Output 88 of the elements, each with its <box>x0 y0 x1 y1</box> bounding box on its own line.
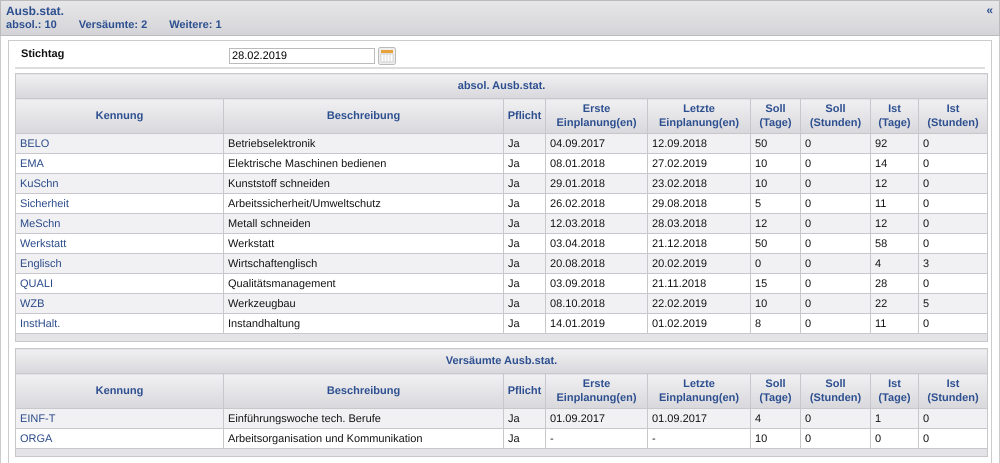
table-cell: Ja <box>504 134 546 154</box>
code-link[interactable]: Werkstatt <box>20 238 66 250</box>
code-link[interactable]: KuSchn <box>20 178 59 190</box>
table-cell: Ja <box>504 408 546 428</box>
field-label: Stichtag <box>20 48 66 60</box>
column-header: Kennung <box>16 98 224 134</box>
table-cell: 0 <box>800 408 870 428</box>
column-header: Beschreibung <box>224 374 504 408</box>
code-link[interactable]: QUALI <box>20 278 54 290</box>
table-cell: 0 <box>800 254 870 274</box>
table-cell: 4 <box>870 254 918 274</box>
code-link[interactable]: BELO <box>20 138 50 150</box>
table-cell: Metall schneiden <box>224 214 504 234</box>
calendar-icon[interactable] <box>378 47 396 65</box>
column-header: Kennung <box>16 374 224 408</box>
column-header: Ist (Tage) <box>870 374 918 408</box>
table-title: absol. Ausb.stat. <box>16 74 988 98</box>
table-cell: Werkzeugbau <box>224 294 504 314</box>
table-cell: 22 <box>870 294 918 314</box>
column-header: Ist (Tage) <box>870 98 918 134</box>
code-link[interactable]: MeSchn <box>20 218 60 230</box>
table-cell: 1 <box>870 408 918 428</box>
table-cell: 20.08.2018 <box>546 254 648 274</box>
column-header: Beschreibung <box>224 98 504 134</box>
table-cell: Ja <box>504 214 546 234</box>
table-cell: 12.03.2018 <box>546 214 648 234</box>
table-cell: 0 <box>800 174 870 194</box>
table-cell: Ja <box>504 294 546 314</box>
column-header: Letzte Einplanung(en) <box>648 98 750 134</box>
column-header: Erste Einplanung(en) <box>546 374 648 408</box>
table-cell: 01.09.2017 <box>546 408 648 428</box>
code-link[interactable]: Sicherheit <box>20 198 69 210</box>
code-link[interactable]: Englisch <box>20 258 62 270</box>
table-cell: Ja <box>504 174 546 194</box>
count-label: Versäumte: 2 <box>78 19 148 31</box>
column-header: Ist (Stunden) <box>918 98 988 134</box>
column-header: Pflicht <box>504 98 546 134</box>
table-cell: 04.09.2017 <box>546 134 648 154</box>
table-cell: 08.10.2018 <box>546 294 648 314</box>
table-title: Versäumte Ausb.stat. <box>16 348 988 374</box>
table-cell: 12.09.2018 <box>648 134 750 154</box>
code-link[interactable]: WZB <box>20 298 44 310</box>
table-cell: Einführungswoche tech. Berufe <box>224 408 504 428</box>
table-cell: 0 <box>918 174 988 194</box>
code-link[interactable]: EINF-T <box>20 412 56 424</box>
collapse-button[interactable]: « <box>986 3 993 17</box>
table-cell: 0 <box>750 254 800 274</box>
table-cell: 0 <box>918 214 988 234</box>
table-cell: 10 <box>750 294 800 314</box>
table-cell: 0 <box>918 408 988 428</box>
code-link[interactable]: ORGA <box>20 432 52 444</box>
table-cell: 4 <box>750 408 800 428</box>
table-cell: 10 <box>750 174 800 194</box>
table-cell: 22.02.2019 <box>648 294 750 314</box>
table-cell: 0 <box>800 214 870 234</box>
panel-title: Ausb.stat. <box>6 4 64 18</box>
code-link[interactable]: InstHalt. <box>20 318 60 330</box>
table-cell: 3 <box>918 254 988 274</box>
table-cell: 92 <box>870 134 918 154</box>
table-cell: Ja <box>504 254 546 274</box>
table-cell: 28.03.2018 <box>648 214 750 234</box>
count-label: absol.: 10 <box>6 19 57 31</box>
column-header: Erste Einplanung(en) <box>546 98 648 134</box>
column-header: Soll (Stunden) <box>800 374 870 408</box>
column-header: Soll (Tage) <box>750 374 800 408</box>
code-link[interactable]: EMA <box>20 158 44 170</box>
column-header: Ist (Stunden) <box>918 374 988 408</box>
count-label: Weitere: 1 <box>169 19 222 31</box>
table-cell: 0 <box>918 134 988 154</box>
table-cell: 23.02.2018 <box>648 174 750 194</box>
table-cell: 12 <box>870 214 918 234</box>
table-cell: Betriebselektronik <box>224 134 504 154</box>
table-cell: 0 <box>800 134 870 154</box>
table-cell: 0 <box>800 294 870 314</box>
date-field[interactable]: 28.02.2019 <box>229 48 375 64</box>
table-cell: 5 <box>918 294 988 314</box>
column-header: Soll (Stunden) <box>800 98 870 134</box>
table-cell: 20.02.2019 <box>648 254 750 274</box>
table-cell: 12 <box>870 174 918 194</box>
column-header: Soll (Tage) <box>750 98 800 134</box>
table-cell: 12 <box>750 214 800 234</box>
column-header: Pflicht <box>504 374 546 408</box>
table-cell: 01.09.2017 <box>648 408 750 428</box>
table-cell: Kunststoff schneiden <box>224 174 504 194</box>
column-header: Letzte Einplanung(en) <box>648 374 750 408</box>
table-cell: 50 <box>750 134 800 154</box>
table-cell: 29.01.2018 <box>546 174 648 194</box>
table-cell: Wirtschaftenglisch <box>224 254 504 274</box>
